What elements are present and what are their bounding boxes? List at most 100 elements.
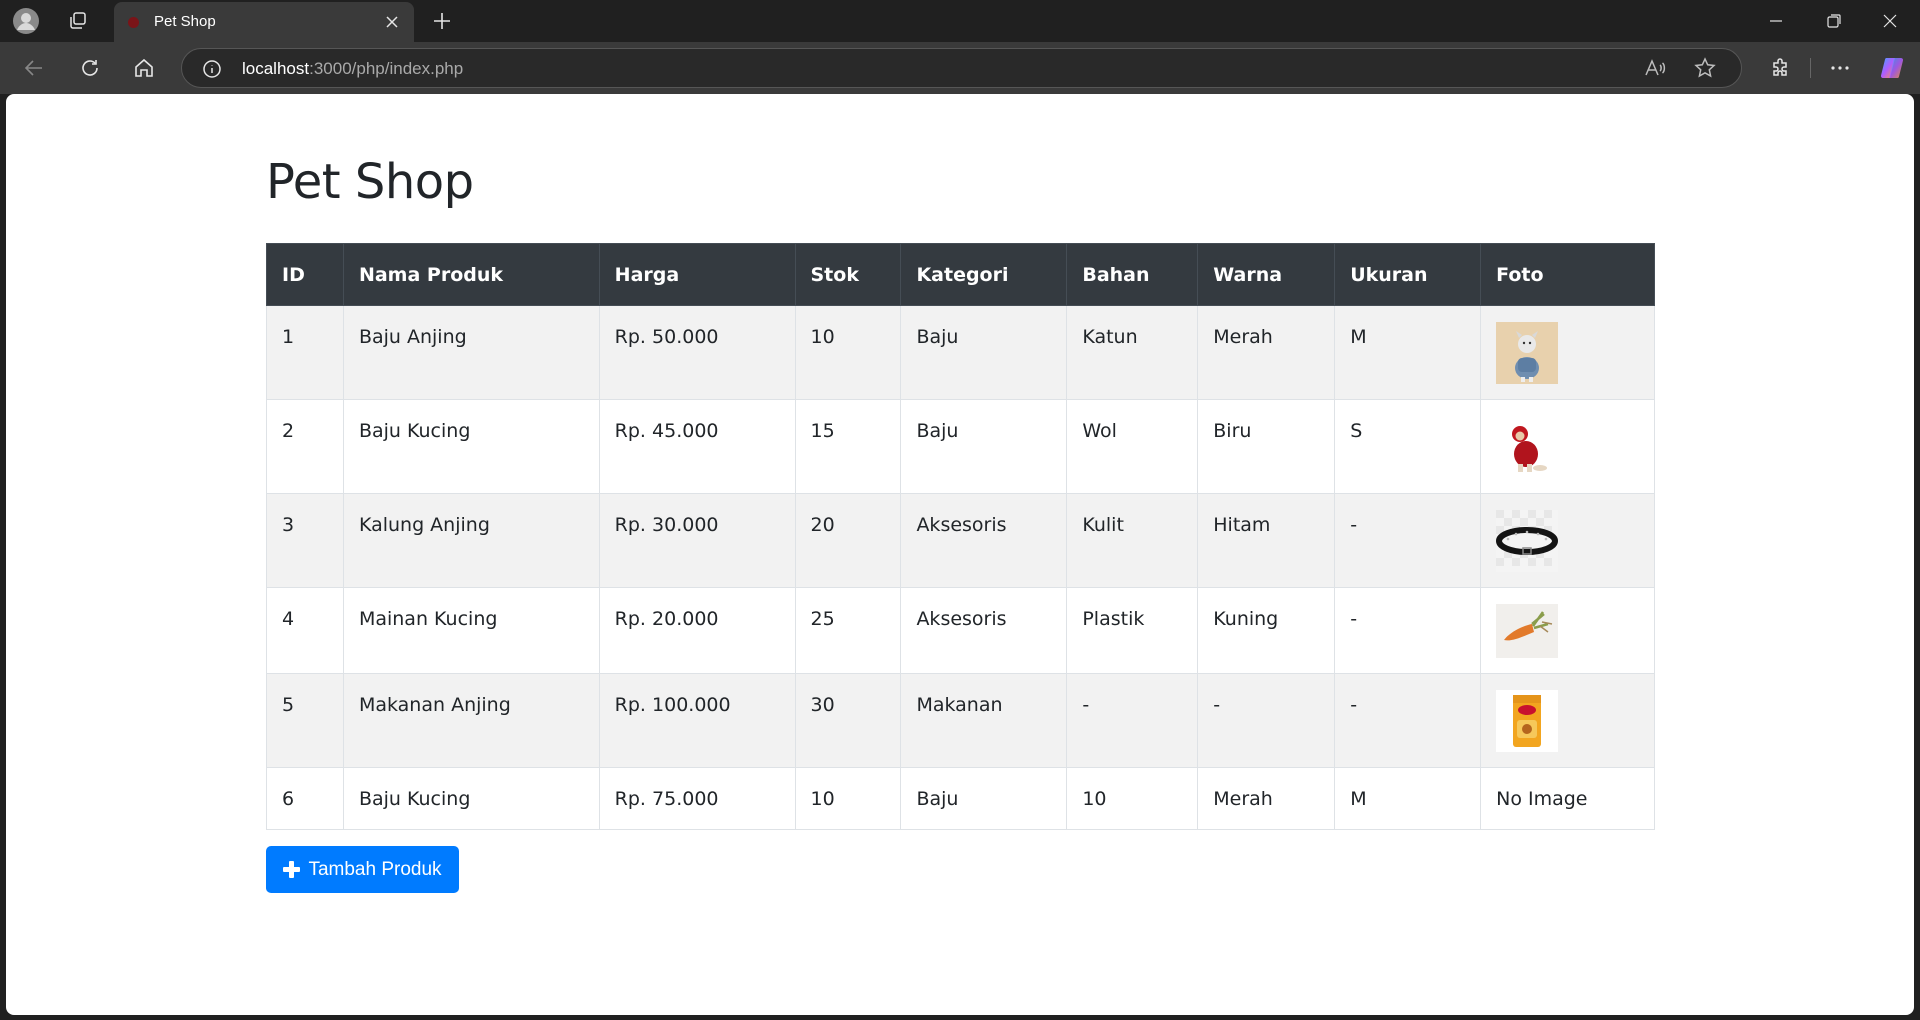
cell-stock: 10 [794,767,902,830]
cell-price: Rp. 20.000 [598,587,796,674]
restore-icon[interactable] [1818,6,1850,36]
cell-color: Biru [1197,399,1336,494]
cell-photo [1480,673,1655,768]
cell-material: 10 [1066,767,1199,830]
cell-name: Mainan Kucing [342,587,600,674]
cell-photo [1480,587,1655,674]
cell-category: Aksesoris [900,493,1068,588]
url-path: :3000/php/index.php [309,59,464,78]
cell-category: Aksesoris [900,587,1068,674]
cell-price: Rp. 30.000 [598,493,796,588]
cell-id: 2 [266,399,344,494]
column-header: Warna [1197,243,1336,306]
cell-id: 3 [266,493,344,588]
plus-icon [283,861,301,878]
cell-color: Merah [1197,305,1336,400]
cell-size: M [1334,305,1482,400]
column-header: ID [266,243,344,306]
cell-name: Makanan Anjing [342,673,600,768]
column-header: Stok [794,243,902,306]
cell-id: 1 [266,305,344,400]
page-title: Pet Shop [266,154,474,210]
copilot-icon[interactable] [1876,52,1908,84]
favorite-star-icon[interactable] [1694,57,1718,81]
cell-size: - [1334,673,1482,768]
cell-photo-text: No Image [1480,767,1655,830]
new-tab-icon[interactable] [426,6,458,36]
address-bar[interactable]: localhost:3000/php/index.php [181,48,1742,88]
cell-photo [1480,399,1655,494]
cell-stock: 15 [794,399,902,494]
table-row: 5 Makanan Anjing Rp. 100.000 30 Makanan … [266,673,1655,768]
back-arrow-icon[interactable] [18,52,50,84]
column-header: Bahan [1066,243,1199,306]
extensions-icon[interactable] [1764,52,1796,84]
carrot-cat-toy-thumbnail [1496,604,1559,658]
tab-close-icon[interactable] [380,10,404,34]
active-tab[interactable]: Pet Shop [114,2,414,42]
cell-stock: 30 [794,673,902,768]
table-row: 3 Kalung Anjing Rp. 30.000 20 Aksesoris … [266,493,1655,588]
toolbar-divider [1810,58,1811,78]
cell-category: Baju [900,305,1068,400]
reload-icon[interactable] [74,52,106,84]
add-product-label: Tambah Produk [308,858,442,880]
cell-name: Baju Anjing [342,305,600,400]
table-row: 1 Baju Anjing Rp. 50.000 10 Baju Katun M… [266,305,1655,400]
cell-size: S [1334,399,1482,494]
cell-size: - [1334,587,1482,674]
black-studded-collar-thumbnail [1496,510,1559,572]
cell-category: Baju [900,399,1068,494]
table-row: 2 Baju Kucing Rp. 45.000 15 Baju Wol Bir… [266,399,1655,494]
cell-material: Plastik [1066,587,1199,674]
table-row: 6 Baju Kucing Rp. 75.000 10 Baju 10 Mera… [266,767,1655,830]
browser-toolbar: localhost:3000/php/index.php [0,42,1920,94]
home-icon[interactable] [128,52,160,84]
workspaces-icon[interactable] [62,6,94,36]
column-header: Kategori [900,243,1068,306]
minimize-icon[interactable] [1760,6,1792,36]
table-row: 4 Mainan Kucing Rp. 20.000 25 Aksesoris … [266,587,1655,674]
cell-price: Rp. 45.000 [598,399,796,494]
cell-name: Baju Kucing [342,767,600,830]
cell-stock: 25 [794,587,902,674]
cell-price: Rp. 50.000 [598,305,796,400]
dog-in-denim-jacket-thumbnail [1496,322,1559,384]
url-text[interactable]: localhost:3000/php/index.php [242,59,463,79]
more-options-icon[interactable] [1824,52,1856,84]
cell-color: Hitam [1197,493,1336,588]
cat-in-red-hoodie-thumbnail [1496,416,1559,478]
tab-favicon-icon [128,17,139,28]
column-header: Ukuran [1334,243,1482,306]
cell-color: - [1197,673,1336,768]
cell-name: Baju Kucing [342,399,600,494]
add-product-button[interactable]: Tambah Produk [266,846,459,893]
site-info-icon[interactable] [202,59,222,79]
cell-size: - [1334,493,1482,588]
cell-id: 4 [266,587,344,674]
cell-material: Wol [1066,399,1199,494]
cell-size: M [1334,767,1482,830]
window-close-icon[interactable] [1874,6,1906,36]
dog-food-bag-thumbnail [1496,690,1559,752]
browser-tab-bar: Pet Shop [0,0,1920,42]
cell-material: Kulit [1066,493,1199,588]
page-viewport: Pet Shop ID Nama Produk Harga Stok Kateg… [6,94,1914,1015]
cell-category: Baju [900,767,1068,830]
cell-photo [1480,305,1655,400]
cell-price: Rp. 100.000 [598,673,796,768]
tab-title: Pet Shop [154,13,216,30]
cell-name: Kalung Anjing [342,493,600,588]
profile-avatar-icon[interactable] [10,6,42,36]
cell-id: 6 [266,767,344,830]
cell-material: - [1066,673,1199,768]
column-header: Foto [1480,243,1655,306]
url-host: localhost [242,59,310,78]
cell-color: Kuning [1197,587,1336,674]
column-header: Harga [598,243,796,306]
cell-id: 5 [266,673,344,768]
cell-price: Rp. 75.000 [598,767,796,830]
read-aloud-icon[interactable] [1644,57,1668,81]
cell-category: Makanan [900,673,1068,768]
cell-material: Katun [1066,305,1199,400]
